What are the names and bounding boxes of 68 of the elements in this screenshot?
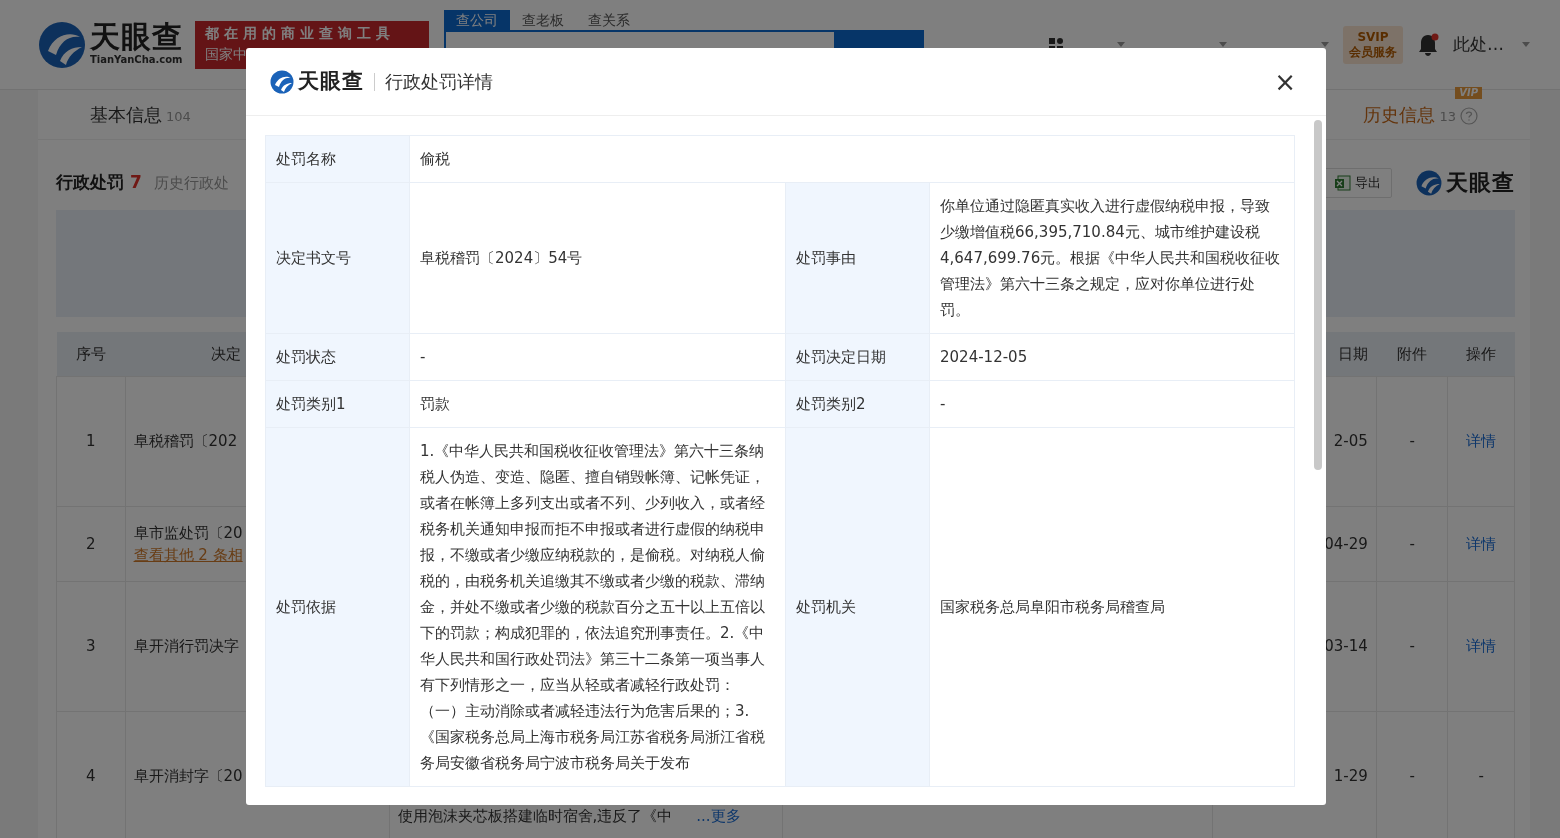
table-cell: 03-14 (1324, 637, 1368, 656)
table-cell: - (1409, 637, 1415, 656)
section-title: 行政处罚 (56, 171, 124, 194)
search-tab[interactable]: 查公司 (444, 10, 510, 30)
caret-icon[interactable] (1522, 42, 1530, 47)
table-cell-text: 阜开消封字〔20 (133, 766, 244, 788)
field-value: 国家税务总局阜阳市税务局稽查局 (929, 427, 1295, 787)
table-cell: 使用泡沫夹芯板搭建临时宿舍,违反了《中 (397, 806, 673, 825)
table-cell: - (1409, 767, 1415, 786)
dialog-title: 行政处罚详情 (385, 70, 493, 94)
field-label: 处罚决定日期 (785, 333, 930, 381)
table-cell: 1-29 (1333, 767, 1368, 786)
table-cell: - (1409, 432, 1415, 451)
field-label: 处罚依据 (265, 427, 410, 787)
column-header: 决定 (211, 344, 242, 363)
field-label: 处罚类别1 (265, 380, 410, 428)
field-value: 1.《中华人民共和国税收征收管理法》第六十三条纳税人伪造、变造、隐匿、擅自销毁帐簿、记帐凭证，或者在帐簿上多列支出或者不列、少列收入，或者经税务机关通知申报而拒不申报或者进行虚假的纳税申报，不缴或者少缴应纳税款的，是偷税。对纳税人偷税的，由税务机关追缴其不缴或者少缴的税款、滞纳金，并处不缴或者少缴的税款百分之五十以上五倍以下的罚款；构成犯罪的，依法追究刑事责任。2.《中华人民共和国行政处罚法》第三十二条第一项当事人有下列情形之一，应当从轻或者减轻行政处罚：（一）主动消除或者减轻违法行为危害后果的；3.《国家税务总局上海市税务局江苏省税务局浙江省税务局安徽省税务局宁波市税务局关于发布 (409, 427, 786, 787)
count-label: 7 (130, 171, 142, 194)
table-cell-text: 阜税稽罚〔202 (133, 431, 239, 453)
logo-text: 天眼查 (90, 22, 183, 52)
column-header: 操作 (1466, 344, 1497, 363)
details-link[interactable]: 详情 (1466, 534, 1497, 553)
close-button[interactable]: × (1268, 68, 1302, 95)
help-icon[interactable] (1460, 107, 1478, 125)
field-label: 处罚事由 (785, 182, 930, 334)
column-header: 序号 (75, 344, 106, 363)
search-tab[interactable]: 查关系 (576, 10, 642, 30)
vip-badge: VIP (1455, 87, 1482, 99)
field-value: 你单位通过隐匿真实收入进行虚假纳税申报，导致少缴增值税66,395,710.84元、城市维护建设税4,647,699.76元。根据《中华人民共和国税收征收管理法》第六十三条之规定，应对你单位进行处罚。 (929, 182, 1295, 334)
spreadsheet-icon (1335, 174, 1351, 191)
table-cell-text: 阜市监处罚〔20 (133, 522, 244, 544)
field-label: 处罚机关 (785, 427, 930, 787)
field-value: 2024-12-05 (929, 333, 1295, 381)
scrollbar[interactable] (1314, 120, 1322, 470)
logo-subtitle: TianYanCha.com (90, 53, 183, 67)
table-cell: 2 (86, 534, 96, 553)
search-tab[interactable]: 查老板 (510, 10, 576, 30)
table-cell: - (1409, 534, 1415, 553)
field-value: - (929, 380, 1295, 428)
more-link[interactable]: ...更多 (696, 806, 741, 825)
export-button[interactable]: 导出 (1324, 168, 1392, 198)
field-label: 处罚类别2 (785, 380, 930, 428)
table-cell: 04-29 (1324, 534, 1368, 553)
details-link[interactable]: 详情 (1466, 432, 1497, 451)
table-cell: 1 (86, 432, 96, 451)
vip-button[interactable]: SVIP 会员服务 (1343, 25, 1403, 64)
field-label: 决定书文号 (265, 182, 410, 334)
table-cell: 2-05 (1333, 432, 1368, 451)
bell-icon[interactable] (1417, 32, 1439, 57)
column-header: 日期 (1338, 344, 1369, 363)
field-value: 阜税稽罚〔2024〕54号 (409, 182, 786, 334)
logo-icon (38, 20, 86, 69)
field-label: 处罚状态 (265, 333, 410, 381)
logo-text: 天眼查 (298, 71, 364, 92)
field-label: 处罚名称 (265, 135, 410, 183)
user-name[interactable]: 此处… (1453, 31, 1504, 58)
details-link[interactable]: 详情 (1466, 637, 1497, 656)
field-value: - (409, 333, 786, 381)
field-value: 偷税 (409, 135, 1295, 183)
table-cell: 3 (86, 637, 96, 656)
logo-text: 天眼查 (1446, 171, 1515, 194)
table-cell: - (1478, 767, 1484, 786)
logo-icon (270, 69, 294, 94)
table-cell: 4 (86, 767, 96, 786)
field-value: 罚款 (409, 380, 786, 428)
column-header: 附件 (1397, 344, 1428, 363)
logo-icon (1416, 169, 1442, 196)
table-cell-text: 阜开消行罚决字 (133, 636, 240, 658)
